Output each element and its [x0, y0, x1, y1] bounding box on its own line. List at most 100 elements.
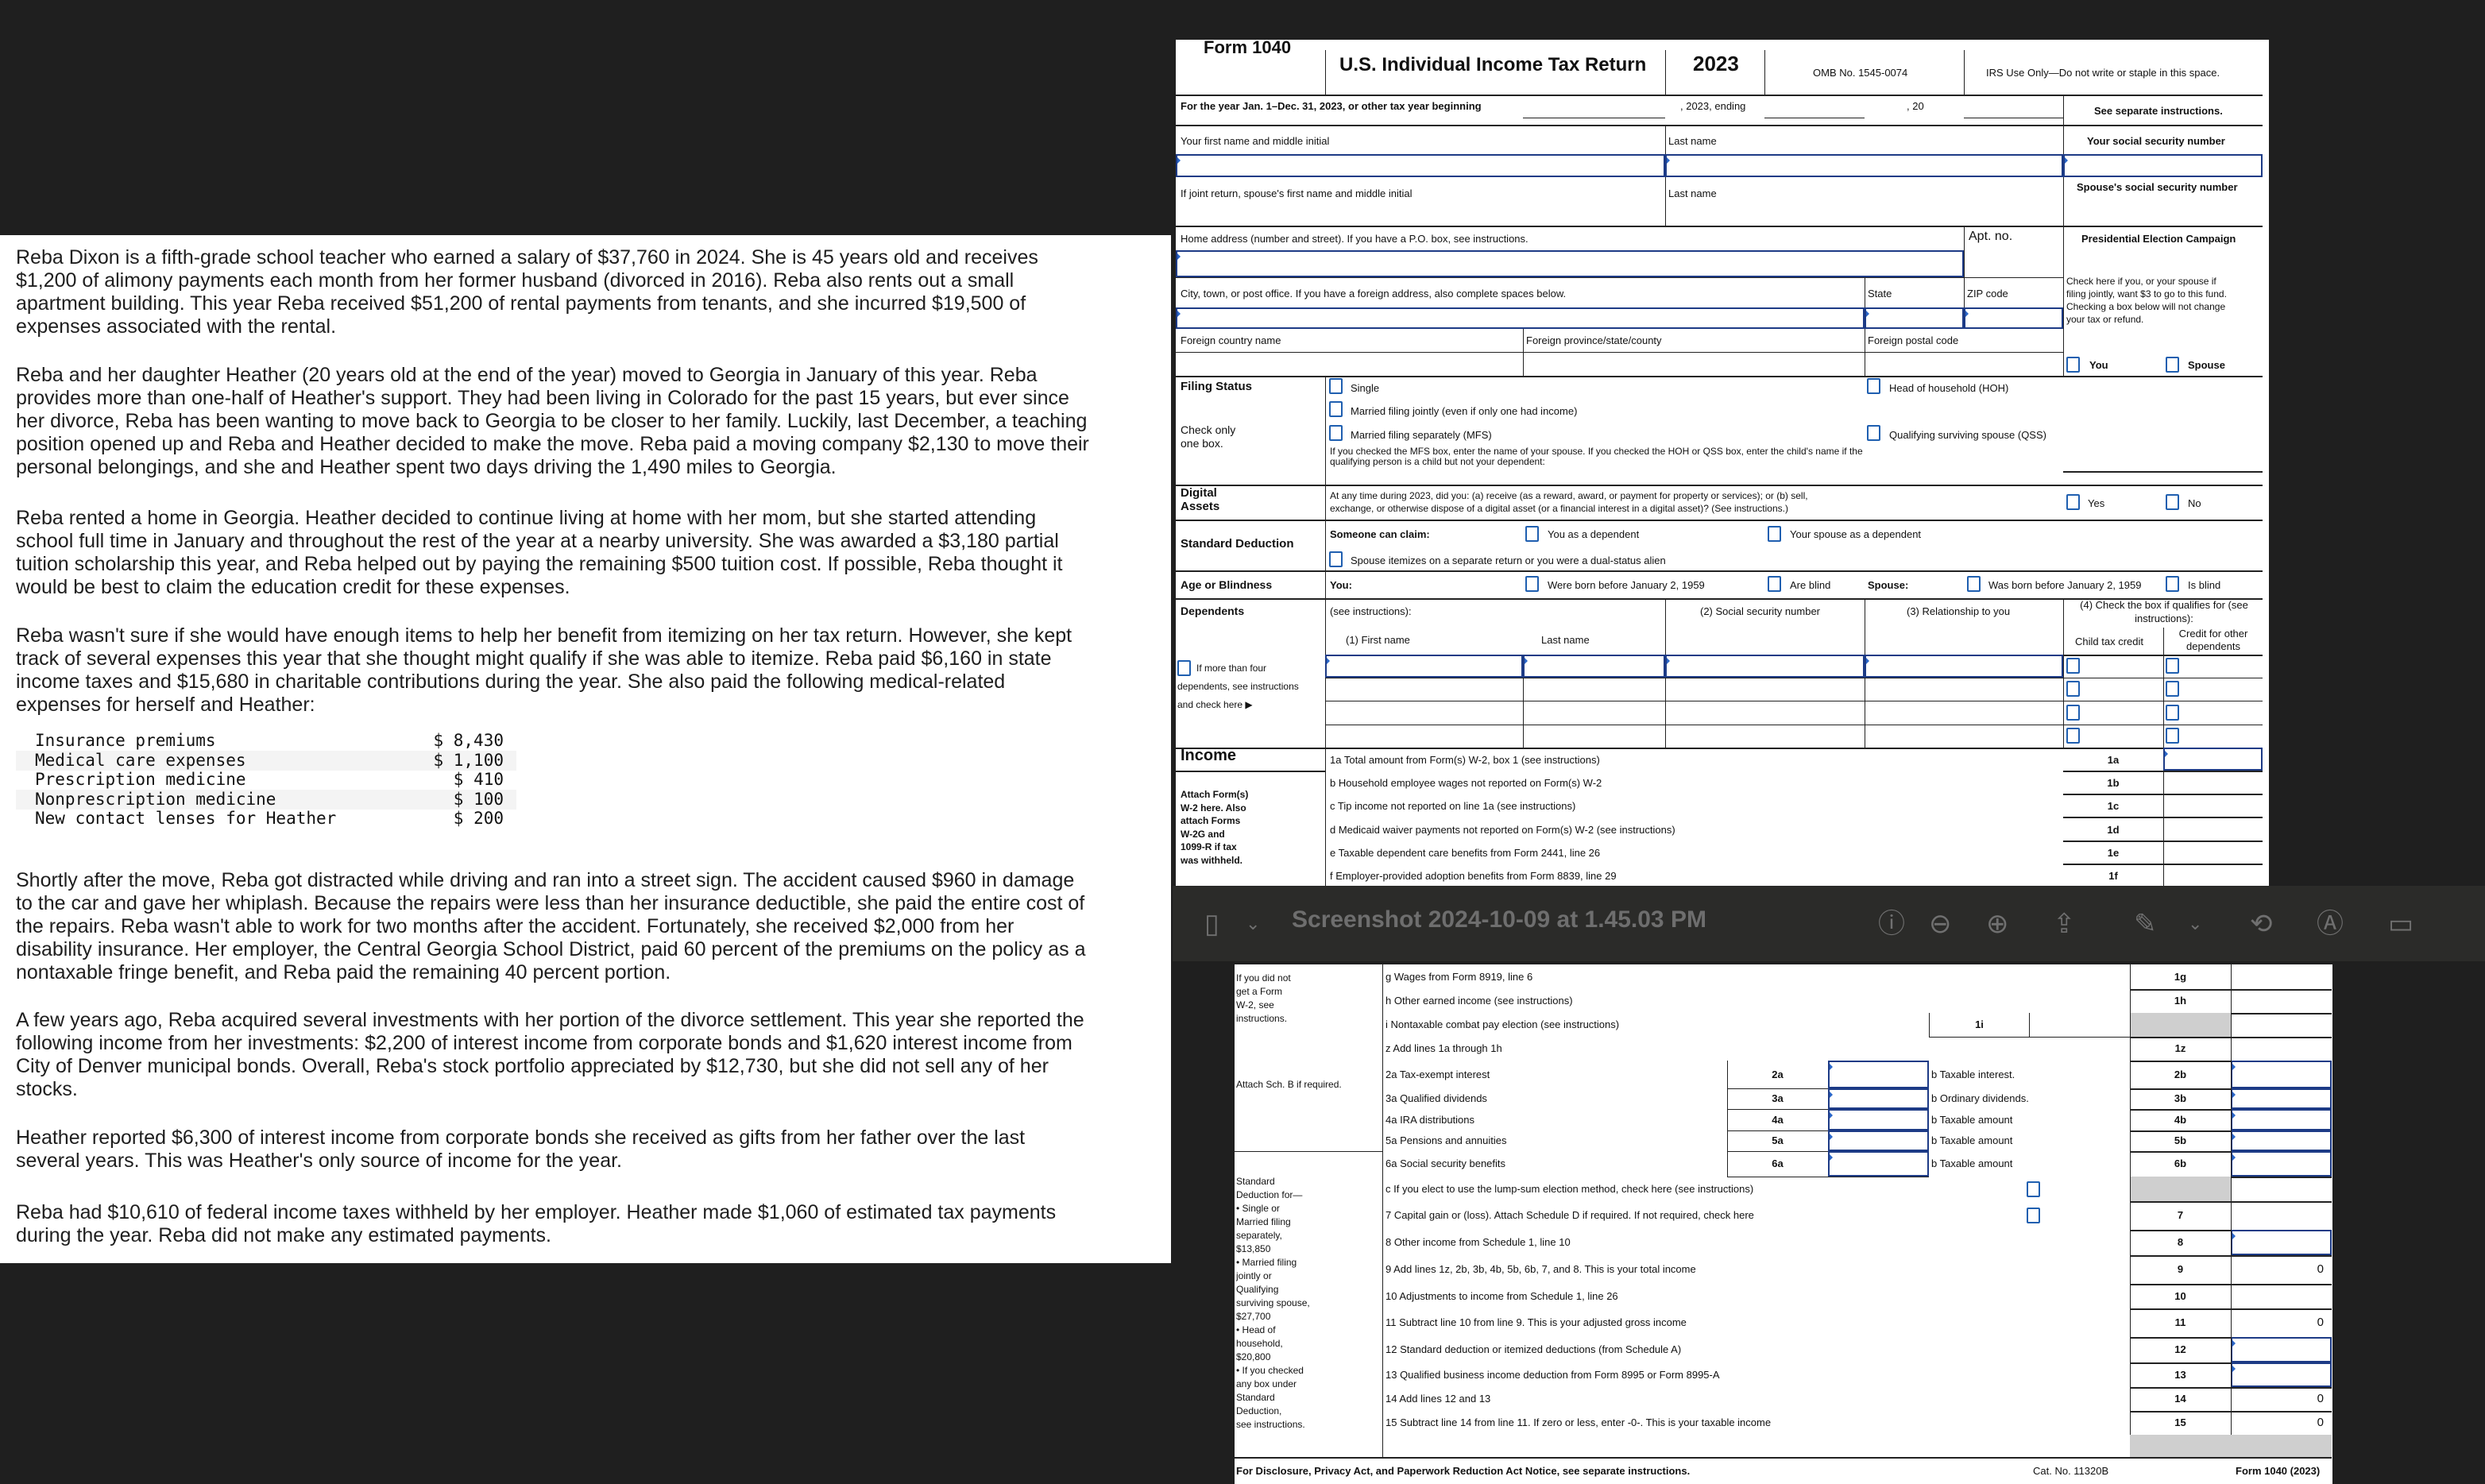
- last-name-input[interactable]: [1665, 154, 2063, 177]
- other-dependents-credit-checkbox[interactable]: [2166, 658, 2179, 674]
- form-label: W-2 here. Also: [1181, 802, 1246, 813]
- line-3b-input[interactable]: [2231, 1088, 2332, 1109]
- spouse-born-before-checkbox[interactable]: [1967, 576, 1981, 592]
- paragraph-line: Heather reported $6,300 of interest inco…: [16, 1127, 1026, 1149]
- form-label: Foreign country name: [1181, 334, 1281, 346]
- line-3a-input[interactable]: [1828, 1088, 1929, 1109]
- zoom-out-icon[interactable]: ⊖: [1929, 908, 1952, 940]
- lump-sum-election-checkbox[interactable]: [2027, 1181, 2040, 1197]
- capital-gain-not-required-checkbox[interactable]: [2027, 1208, 2040, 1223]
- line-6a-input[interactable]: [1828, 1151, 1929, 1177]
- city-input[interactable]: [1176, 307, 1865, 329]
- ssn-input[interactable]: [2063, 154, 2263, 177]
- form-label: Deduction for—: [1236, 1189, 1303, 1200]
- form-1040-page-1-continued: If you did not get a Form W-2, see instruct…: [1235, 964, 2332, 1484]
- form-label: • Single or: [1236, 1203, 1280, 1214]
- line-2a-input[interactable]: [1828, 1061, 1929, 1088]
- dependent-relationship-input[interactable]: [1865, 655, 2063, 678]
- chevron-down-icon[interactable]: ⌄: [2188, 908, 2202, 940]
- paragraph-line: personal belongings, and she and Heather…: [16, 456, 837, 478]
- pec-spouse-checkbox[interactable]: [2166, 357, 2179, 373]
- paragraph: Reba wasn't sure if she would have enoug…: [16, 624, 1072, 717]
- you-born-before-checkbox[interactable]: [1525, 576, 1539, 592]
- you-blind-checkbox[interactable]: [1768, 576, 1781, 592]
- dependent-ssn-input[interactable]: [1665, 655, 1865, 678]
- line-12-input[interactable]: [2231, 1337, 2332, 1362]
- form-label: Digital: [1181, 486, 1217, 500]
- home-address-input[interactable]: [1176, 250, 1964, 277]
- line-8-input[interactable]: [2231, 1230, 2332, 1255]
- form-label: Are blind: [1790, 579, 1831, 591]
- line-5b-input[interactable]: [2231, 1130, 2332, 1151]
- line-description: i Nontaxable combat pay election (see in…: [1385, 1018, 1620, 1030]
- mfs-checkbox[interactable]: [1329, 425, 1343, 441]
- form-label: 1e: [2107, 846, 2120, 859]
- line-13-input[interactable]: [2231, 1362, 2332, 1387]
- form-label: You: [2089, 359, 2108, 371]
- child-tax-credit-checkbox[interactable]: [2066, 658, 2080, 674]
- child-tax-credit-checkbox[interactable]: [2066, 681, 2080, 698]
- line-6b-input[interactable]: [2231, 1151, 2332, 1177]
- line-number: 8: [2177, 1236, 2184, 1248]
- form-fill-icon[interactable]: ▭: [2388, 908, 2414, 940]
- sidebar-icon[interactable]: ▯: [1204, 908, 1219, 940]
- paragraph: Reba had $10,610 of federal income taxes…: [16, 1201, 1056, 1247]
- first-name-input[interactable]: [1176, 154, 1665, 177]
- form-label: Presidential Election Campaign: [2081, 233, 2236, 245]
- rotate-icon[interactable]: ⟲: [2250, 908, 2273, 940]
- form-label: b Taxable amount: [1931, 1134, 2013, 1146]
- state-input[interactable]: [1865, 307, 1964, 329]
- child-tax-credit-checkbox[interactable]: [2066, 704, 2080, 721]
- form-label: Standard: [1236, 1176, 1275, 1187]
- form-label: Spouse itemizes on a separate return or …: [1351, 555, 1666, 566]
- qss-checkbox[interactable]: [1867, 425, 1880, 441]
- zip-input[interactable]: [1964, 307, 2063, 329]
- spouse-dependent-checkbox[interactable]: [1768, 526, 1781, 542]
- mfj-checkbox[interactable]: [1329, 401, 1343, 417]
- form-label: jointly or: [1236, 1270, 1272, 1281]
- hoh-checkbox[interactable]: [1867, 378, 1880, 394]
- markup-pen-icon[interactable]: ✎: [2134, 908, 2157, 940]
- rule: [2231, 1109, 2232, 1130]
- rule: [2231, 1362, 2232, 1387]
- digital-yes-checkbox[interactable]: [2066, 494, 2080, 510]
- other-dependents-credit-checkbox[interactable]: [2166, 681, 2179, 698]
- pec-you-checkbox[interactable]: [2066, 357, 2080, 373]
- form-label: Head of household (HOH): [1889, 382, 2009, 394]
- line-description: 8 Other income from Schedule 1, line 10: [1385, 1236, 1571, 1248]
- line-5a-input[interactable]: [1828, 1130, 1929, 1151]
- form-label: Assets: [1181, 500, 1220, 513]
- rule: [1176, 95, 2263, 96]
- share-icon[interactable]: ⇪: [2053, 908, 2076, 940]
- annotate-icon[interactable]: Ⓐ: [2317, 908, 2344, 940]
- info-icon[interactable]: ⓘ: [1878, 908, 1905, 940]
- rule: [2231, 1230, 2232, 1255]
- form-label: Credit for other: [2178, 628, 2248, 640]
- rule: [2029, 1013, 2030, 1037]
- form-label: Form 1040 (2023): [2236, 1465, 2321, 1477]
- spouse-itemizes-checkbox[interactable]: [1329, 551, 1343, 567]
- rule: [2130, 1337, 2131, 1362]
- dependent-last-name-input[interactable]: [1523, 655, 1665, 678]
- form-label: dependents: [2186, 640, 2240, 652]
- digital-no-checkbox[interactable]: [2166, 494, 2179, 510]
- line-4a-input[interactable]: [1828, 1109, 1929, 1130]
- you-dependent-checkbox[interactable]: [1525, 526, 1539, 542]
- rule: [2130, 989, 2131, 1013]
- zoom-in-icon[interactable]: ⊕: [1986, 908, 2009, 940]
- form-label: Is blind: [2188, 579, 2221, 591]
- line-2b-input[interactable]: [2231, 1061, 2332, 1088]
- spouse-blind-checkbox[interactable]: [2166, 576, 2179, 592]
- line-number: 13: [2174, 1368, 2186, 1381]
- single-checkbox[interactable]: [1329, 378, 1343, 394]
- line-description: c If you elect to use the lump-sum elect…: [1385, 1182, 1754, 1195]
- line-1a-input[interactable]: [2163, 748, 2263, 771]
- other-dependents-credit-checkbox[interactable]: [2166, 727, 2179, 744]
- paragraph-line: the repairs. Reba wasn't able to work fo…: [16, 915, 1014, 937]
- more-dependents-checkbox[interactable]: [1177, 660, 1191, 676]
- line-4b-input[interactable]: [2231, 1109, 2332, 1130]
- chevron-down-icon[interactable]: ⌄: [1246, 908, 1260, 940]
- child-tax-credit-checkbox[interactable]: [2066, 727, 2080, 744]
- other-dependents-credit-checkbox[interactable]: [2166, 704, 2179, 721]
- dependent-first-name-input[interactable]: [1325, 655, 1523, 678]
